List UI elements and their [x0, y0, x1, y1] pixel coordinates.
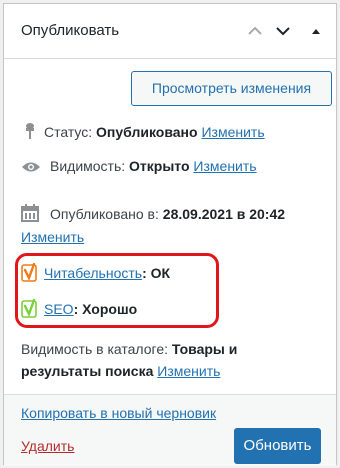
published-label: Опубликовано в:: [50, 206, 159, 222]
chevron-up-icon[interactable]: [247, 23, 263, 39]
edit-status-link[interactable]: Изменить: [201, 124, 264, 140]
triangle-up-icon[interactable]: [308, 23, 324, 39]
yoast-readability-icon: [21, 262, 37, 283]
readability-value: : ОК: [142, 265, 171, 281]
catalog-value-line2: результаты поиска: [21, 363, 154, 379]
chevron-down-icon[interactable]: [275, 23, 291, 39]
panel-title: Опубликовать: [21, 22, 120, 39]
edit-published-link[interactable]: Изменить: [21, 229, 84, 245]
panel-footer: Копировать в новый черновик Удалить Обно…: [4, 395, 336, 466]
pin-icon: [24, 122, 36, 143]
yoast-seo-icon: [21, 298, 37, 319]
status-value: Опубликовано: [96, 124, 198, 140]
copy-to-draft-link[interactable]: Копировать в новый черновик: [21, 405, 216, 421]
visibility-label: Видимость:: [50, 158, 126, 174]
published-value: 28.09.2021 в 20:42: [162, 206, 286, 222]
publish-panel: Опубликовать Просмотреть изменения Стату…: [3, 3, 337, 466]
update-button[interactable]: Обновить: [234, 428, 321, 464]
seo-link[interactable]: SEO: [44, 301, 74, 317]
seo-value: : Хорошо: [73, 301, 138, 317]
catalog-value-line1: Товары и: [171, 341, 238, 357]
calendar-icon: [21, 204, 39, 225]
visibility-value: Открыто: [129, 158, 190, 174]
delete-link[interactable]: Удалить: [21, 438, 74, 454]
readability-link[interactable]: Читабельность: [44, 265, 142, 281]
status-label: Статус:: [44, 124, 93, 140]
catalog-label: Видимость в каталоге:: [21, 341, 169, 357]
panel-header: Опубликовать: [4, 4, 336, 59]
edit-visibility-link[interactable]: Изменить: [193, 158, 256, 174]
edit-catalog-link[interactable]: Изменить: [157, 363, 220, 379]
eye-icon: [21, 160, 41, 176]
preview-changes-button[interactable]: Просмотреть изменения: [131, 71, 332, 106]
